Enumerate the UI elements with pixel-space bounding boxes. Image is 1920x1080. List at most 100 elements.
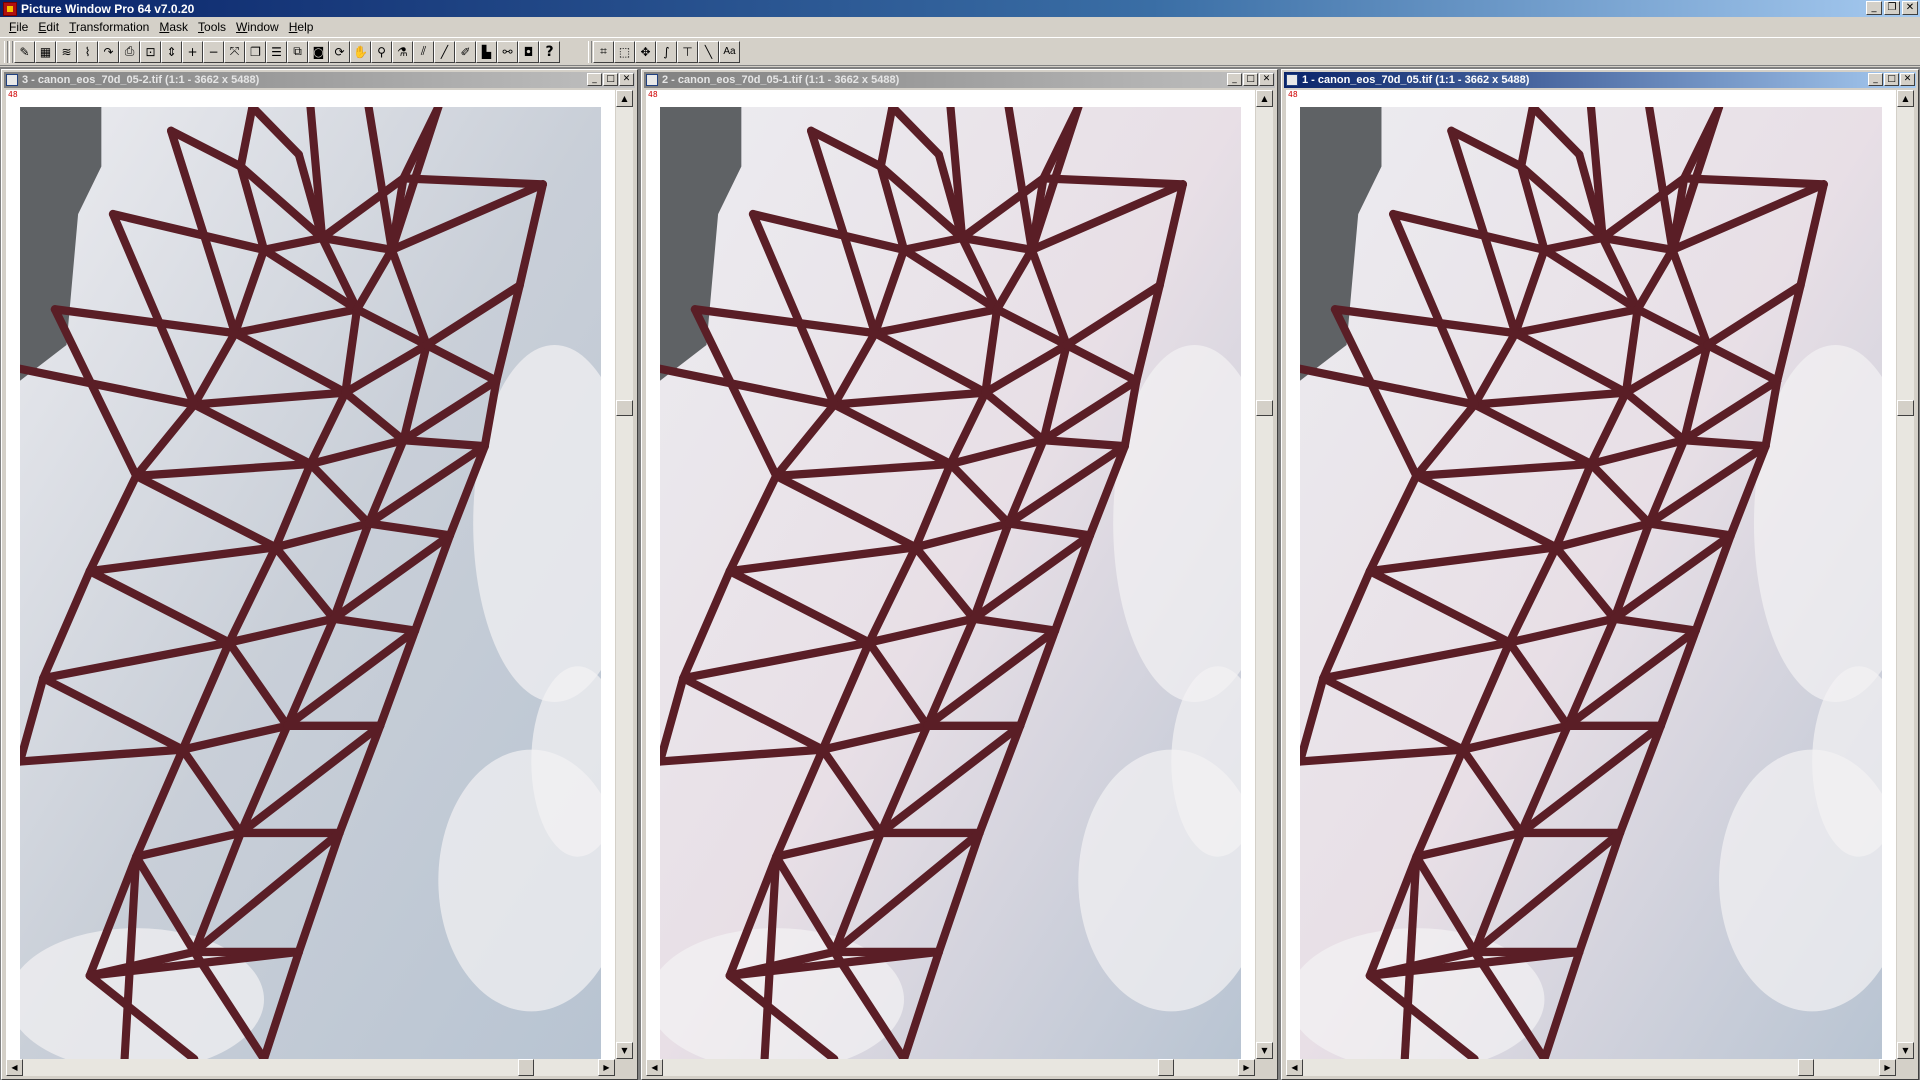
pencil-icon[interactable]: ✎ [14,40,35,63]
horizontal-scrollbar[interactable]: ◀ ▶ [646,1059,1255,1076]
magnifier-icon[interactable]: ⚲ [371,40,392,63]
document-maximize-button[interactable]: □ [1243,73,1258,86]
document-maximize-button[interactable]: □ [1884,73,1899,86]
scroll-down-button[interactable]: ▼ [616,1042,633,1059]
menu-edit[interactable]: Edit [33,20,64,34]
gradient-icon[interactable]: ╲ [698,40,719,63]
size-grip[interactable] [1897,1059,1914,1076]
toolbar-grip[interactable] [4,40,8,63]
document-title-bar[interactable]: 1 - canon_eos_70d_05.tif (1:1 - 3662 x 5… [1284,72,1916,88]
vertical-scrollbar[interactable]: ▲ ▼ [1897,90,1914,1059]
horizontal-scroll-thumb[interactable] [518,1059,534,1076]
text-tool-icon[interactable]: Aa [719,40,740,63]
vertical-scroll-thumb[interactable] [1256,400,1273,416]
document-close-button[interactable]: ✕ [1900,73,1915,86]
snapshot-icon[interactable]: ◙ [308,40,329,63]
document-minimize-button[interactable]: _ [1868,73,1883,86]
zoom-out-icon[interactable]: − [203,40,224,63]
paint-icon[interactable]: ✐ [455,40,476,63]
menu-help[interactable]: Help [284,20,319,34]
scroll-right-button[interactable]: ▶ [598,1059,615,1076]
menu-window[interactable]: Window [231,20,284,34]
menu-tools[interactable]: Tools [193,20,231,34]
document-window-1[interactable]: 1 - canon_eos_70d_05.tif (1:1 - 3662 x 5… [1281,69,1919,1080]
horizontal-scroll-thumb[interactable] [1798,1059,1814,1076]
zoom-in-icon[interactable]: + [182,40,203,63]
horizontal-scroll-thumb[interactable] [1158,1059,1174,1076]
waves-icon[interactable]: ≋ [56,40,77,63]
scroll-up-button[interactable]: ▲ [1256,90,1273,107]
image-canvas[interactable]: 48 [1286,90,1896,1059]
crop-icon[interactable]: ⌗ [593,40,614,63]
photo-image[interactable] [20,107,601,1059]
menu-mask[interactable]: Mask [154,20,193,34]
size-grip[interactable] [1256,1059,1273,1076]
menu-transformation[interactable]: Transformation [64,20,154,34]
grid-icon[interactable]: ▦ [35,40,56,63]
windows-icon[interactable]: ❐ [245,40,266,63]
vertical-scroll-thumb[interactable] [1897,400,1914,416]
minimize-button[interactable]: _ [1866,1,1882,15]
print-icon[interactable]: ⎙ [119,40,140,63]
measure-icon[interactable]: ⚯ [497,40,518,63]
tower-beam [1680,174,1828,189]
scroll-left-button[interactable]: ◀ [646,1059,663,1076]
tower-beam [399,174,547,189]
app-logo-icon[interactable] [3,1,17,16]
line-tool-icon[interactable]: ⫽ [413,40,434,63]
document-window-3[interactable]: 3 - canon_eos_70d_05-2.tif (1:1 - 3662 x… [1,69,638,1080]
scroll-up-button[interactable]: ▲ [616,90,633,107]
scroll-up-button[interactable]: ▲ [1897,90,1914,107]
document-icon[interactable] [6,74,18,86]
move-icon[interactable]: ✥ [635,40,656,63]
document-title-bar[interactable]: 2 - canon_eos_70d_05-1.tif (1:1 - 3662 x… [644,72,1275,88]
photo-image[interactable] [660,107,1241,1059]
scroll-right-button[interactable]: ▶ [1238,1059,1255,1076]
camera-icon[interactable]: ◘ [518,40,539,63]
vertical-scroll-thumb[interactable] [616,400,633,416]
redo-icon[interactable]: ↷ [98,40,119,63]
resize-icon[interactable]: ⇕ [161,40,182,63]
horizontal-scrollbar[interactable]: ◀ ▶ [1286,1059,1896,1076]
scroll-left-button[interactable]: ◀ [6,1059,23,1076]
document-close-button[interactable]: ✕ [1259,73,1274,86]
toolbar-grip-2[interactable] [9,40,13,63]
list-icon[interactable]: ☰ [266,40,287,63]
draw-icon[interactable]: ╱ [434,40,455,63]
level-icon[interactable]: ⊤ [677,40,698,63]
scroll-down-button[interactable]: ▼ [1897,1042,1914,1059]
document-title-bar[interactable]: 3 - canon_eos_70d_05-2.tif (1:1 - 3662 x… [4,72,635,88]
fit-icon[interactable]: ⊡ [140,40,161,63]
document-window-2[interactable]: 2 - canon_eos_70d_05-1.tif (1:1 - 3662 x… [641,69,1278,1080]
menu-file[interactable]: File [4,20,33,34]
rotate-icon[interactable]: ⟳ [329,40,350,63]
close-button[interactable]: ✕ [1902,1,1918,15]
hand-icon[interactable]: ✋ [350,40,371,63]
collapse-icon[interactable]: ⤧ [224,40,245,63]
brush-icon[interactable]: ⌇ [77,40,98,63]
scroll-down-button[interactable]: ▼ [1256,1042,1273,1059]
vertical-scrollbar[interactable]: ▲ ▼ [616,90,633,1059]
document-close-button[interactable]: ✕ [619,73,634,86]
horizontal-scrollbar[interactable]: ◀ ▶ [6,1059,615,1076]
image-canvas[interactable]: 48 [646,90,1255,1059]
pages-icon[interactable]: ⧉ [287,40,308,63]
document-icon[interactable] [1286,74,1298,86]
toolbar-grip-3[interactable] [588,40,592,63]
histogram-icon[interactable]: ▙ [476,40,497,63]
help-icon[interactable]: ? [539,40,560,63]
eyedropper-icon[interactable]: ⚗ [392,40,413,63]
select-icon[interactable]: ⬚ [614,40,635,63]
document-minimize-button[interactable]: _ [1227,73,1242,86]
image-canvas[interactable]: 48 [6,90,615,1059]
restore-button[interactable]: ❐ [1884,1,1900,15]
scroll-right-button[interactable]: ▶ [1879,1059,1896,1076]
vertical-scrollbar[interactable]: ▲ ▼ [1256,90,1273,1059]
size-grip[interactable] [616,1059,633,1076]
document-minimize-button[interactable]: _ [587,73,602,86]
document-maximize-button[interactable]: □ [603,73,618,86]
document-icon[interactable] [646,74,658,86]
photo-image[interactable] [1300,107,1882,1059]
scroll-left-button[interactable]: ◀ [1286,1059,1303,1076]
curve-icon[interactable]: ∫ [656,40,677,63]
